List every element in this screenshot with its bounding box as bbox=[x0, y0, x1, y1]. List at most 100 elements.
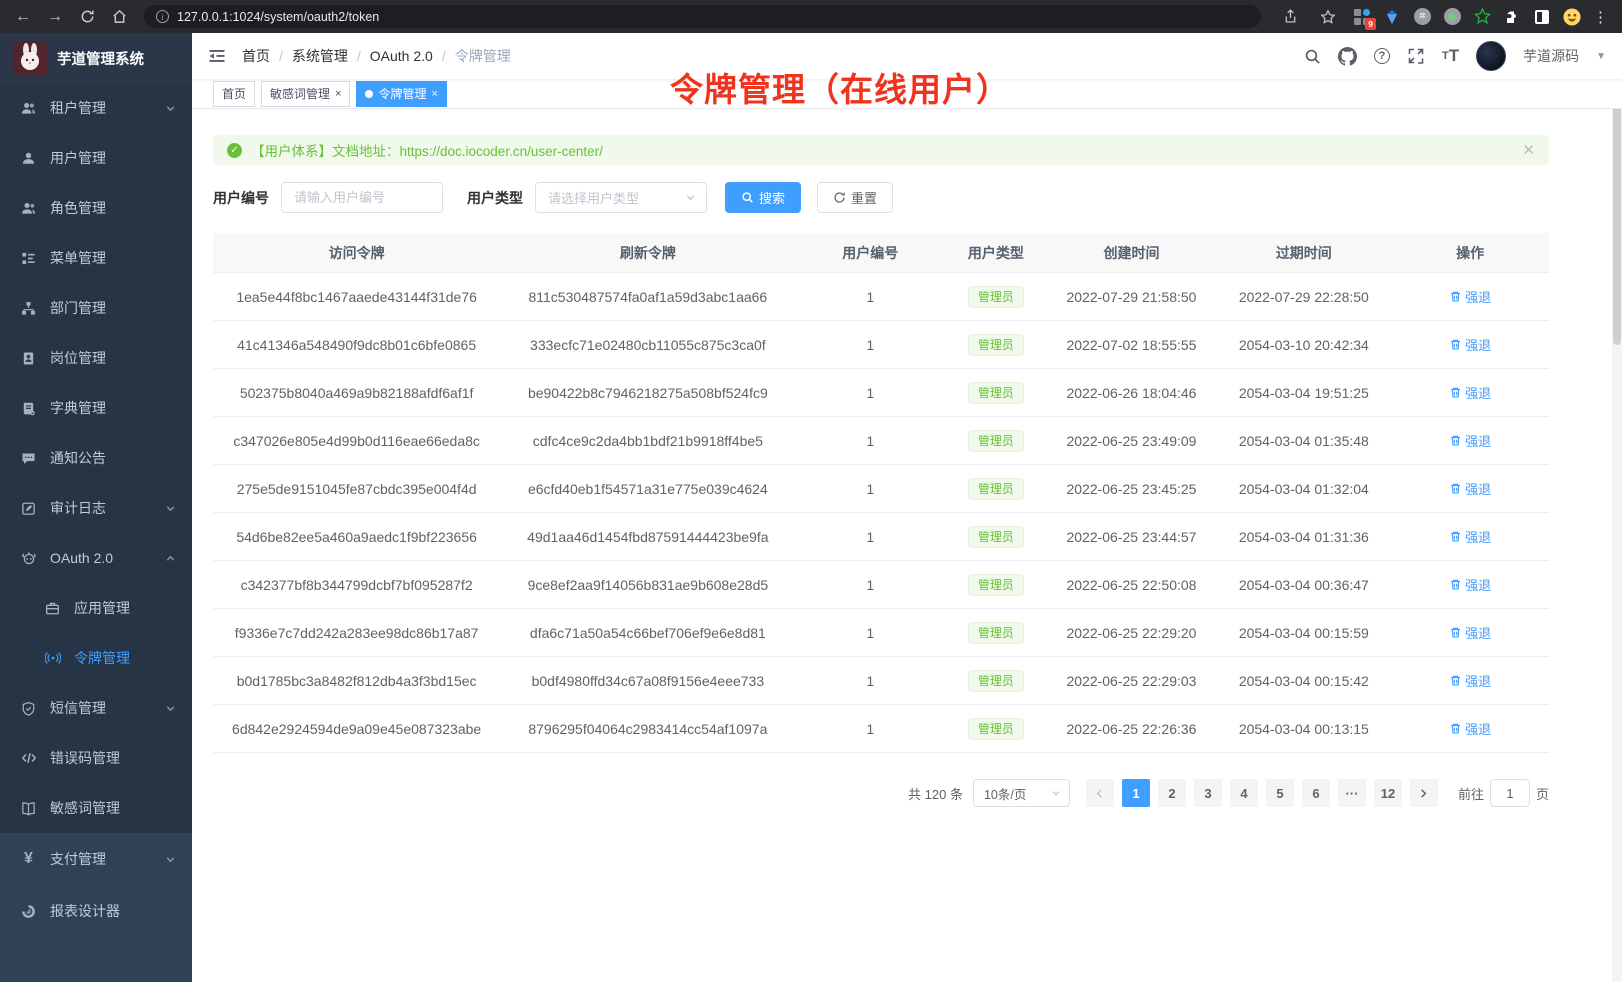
user-avatar[interactable] bbox=[1476, 41, 1506, 71]
prev-page-button[interactable] bbox=[1086, 779, 1114, 807]
sidebar-item[interactable]: 菜单管理 bbox=[0, 233, 192, 283]
force-logout-button[interactable]: 强退 bbox=[1449, 623, 1491, 642]
sidebar-item[interactable]: ¥支付管理 bbox=[0, 833, 192, 885]
expires-at-cell: 2054-03-04 00:15:59 bbox=[1216, 625, 1391, 641]
force-logout-button[interactable]: 强退 bbox=[1449, 335, 1491, 354]
access-token-cell: 502375b8040a469a9b82188afdf6af1f bbox=[213, 385, 500, 401]
breadcrumb-item[interactable]: 系统管理 bbox=[292, 46, 348, 66]
extension-puzzle-icon[interactable] bbox=[1503, 8, 1521, 26]
alert-close-icon[interactable]: ✕ bbox=[1522, 141, 1535, 159]
force-logout-label: 强退 bbox=[1465, 671, 1491, 690]
force-logout-button[interactable]: 强退 bbox=[1449, 527, 1491, 546]
search-icon[interactable] bbox=[1304, 48, 1321, 65]
errcode-icon bbox=[20, 750, 37, 766]
browser-menu-icon[interactable]: ⋮ bbox=[1593, 8, 1608, 26]
user-id-input[interactable] bbox=[281, 182, 443, 213]
force-logout-button[interactable]: 强退 bbox=[1449, 479, 1491, 498]
user-type-cell: 管理员 bbox=[945, 334, 1047, 356]
sidebar-item[interactable]: 岗位管理 bbox=[0, 333, 192, 383]
force-logout-button[interactable]: 强退 bbox=[1449, 671, 1491, 690]
browser-scrollbar[interactable] bbox=[1612, 33, 1622, 982]
trash-icon bbox=[1449, 578, 1462, 591]
breadcrumb-item[interactable]: 首页 bbox=[242, 46, 270, 66]
breadcrumb-item[interactable]: OAuth 2.0 bbox=[370, 48, 433, 64]
page-button[interactable]: 1 bbox=[1122, 779, 1150, 807]
extension-panel-icon[interactable] bbox=[1533, 8, 1551, 26]
table-row: b0d1785bc3a8482f812db4a3f3bd15ecb0df4980… bbox=[213, 657, 1549, 705]
view-tag[interactable]: 首页 bbox=[213, 81, 255, 107]
sidebar-item[interactable]: 令牌管理 bbox=[0, 633, 192, 683]
help-icon[interactable]: ? bbox=[1374, 48, 1390, 64]
sidebar-item[interactable]: 用户管理 bbox=[0, 133, 192, 183]
app-logo[interactable]: 芋道管理系统 bbox=[0, 33, 192, 83]
sidebar-item[interactable]: 审计日志 bbox=[0, 483, 192, 533]
site-info-icon[interactable]: i bbox=[156, 10, 169, 23]
page-button[interactable]: 5 bbox=[1266, 779, 1294, 807]
sidebar-item[interactable]: 通知公告 bbox=[0, 433, 192, 483]
fullscreen-icon[interactable] bbox=[1407, 47, 1425, 65]
goto-page-input[interactable] bbox=[1490, 779, 1530, 807]
force-logout-button[interactable]: 强退 bbox=[1449, 287, 1491, 306]
expires-at-cell: 2054-03-04 01:35:48 bbox=[1216, 433, 1391, 449]
access-token-cell: b0d1785bc3a8482f812db4a3f3bd15ec bbox=[213, 673, 500, 689]
page-button[interactable]: 12 bbox=[1374, 779, 1402, 807]
profile-avatar-icon[interactable] bbox=[1563, 8, 1581, 26]
sidebar-item[interactable]: 应用管理 bbox=[0, 583, 192, 633]
page-button[interactable]: 6 bbox=[1302, 779, 1330, 807]
force-logout-button[interactable]: 强退 bbox=[1449, 383, 1491, 402]
alert-doc-link[interactable]: https://doc.iocoder.cn/user-center/ bbox=[400, 144, 603, 159]
share-icon[interactable] bbox=[1277, 4, 1303, 30]
github-icon[interactable] bbox=[1338, 47, 1357, 66]
sidebar-item[interactable]: 字典管理 bbox=[0, 383, 192, 433]
sidebar-item[interactable]: OAuth 2.0 bbox=[0, 533, 192, 583]
next-page-button[interactable] bbox=[1410, 779, 1438, 807]
sidebar-item[interactable]: 短信管理 bbox=[0, 683, 192, 733]
back-icon[interactable]: ← bbox=[10, 4, 36, 30]
page-button[interactable]: 2 bbox=[1158, 779, 1186, 807]
page-button[interactable]: 4 bbox=[1230, 779, 1258, 807]
tag-close-icon[interactable]: × bbox=[335, 88, 341, 100]
reload-icon[interactable] bbox=[74, 4, 100, 30]
sidebar-item[interactable]: 报表设计器 bbox=[0, 885, 192, 937]
action-cell: 强退 bbox=[1391, 479, 1549, 498]
extension-record-icon[interactable] bbox=[1443, 8, 1461, 26]
bookmark-star-icon[interactable] bbox=[1315, 4, 1341, 30]
extension-command-icon[interactable]: ⌗ bbox=[1413, 8, 1431, 26]
force-logout-button[interactable]: 强退 bbox=[1449, 575, 1491, 594]
force-logout-label: 强退 bbox=[1465, 719, 1491, 738]
refresh-token-cell: 811c530487574fa0af1a59d3abc1aa66 bbox=[500, 289, 795, 305]
page-size-select[interactable]: 10条/页 bbox=[973, 779, 1070, 807]
sidebar-item[interactable]: 部门管理 bbox=[0, 283, 192, 333]
expires-at-cell: 2054-03-04 01:32:04 bbox=[1216, 481, 1391, 497]
tag-close-icon[interactable]: × bbox=[431, 88, 437, 100]
search-button[interactable]: 搜索 bbox=[725, 182, 801, 213]
user-type-badge: 管理员 bbox=[968, 622, 1024, 644]
address-bar[interactable]: i 127.0.0.1:1024/system/oauth2/token bbox=[144, 5, 1261, 28]
view-tag[interactable]: 敏感词管理× bbox=[261, 81, 350, 107]
user-type-select[interactable]: 请选择用户类型 bbox=[535, 182, 707, 213]
sidebar-item[interactable]: 错误码管理 bbox=[0, 733, 192, 783]
page-ellipsis[interactable]: ··· bbox=[1338, 779, 1366, 807]
reset-button[interactable]: 重置 bbox=[817, 182, 893, 213]
sidebar-item[interactable]: 租户管理 bbox=[0, 83, 192, 133]
force-logout-button[interactable]: 强退 bbox=[1449, 719, 1491, 738]
sidebar-item[interactable]: 角色管理 bbox=[0, 183, 192, 233]
extension-gem-icon[interactable] bbox=[1383, 8, 1401, 26]
post-icon bbox=[20, 351, 37, 366]
user-menu-caret-icon[interactable]: ▼ bbox=[1596, 51, 1606, 62]
home-icon[interactable] bbox=[106, 4, 132, 30]
menu-icon bbox=[20, 251, 37, 266]
view-tag[interactable]: 令牌管理× bbox=[356, 81, 446, 107]
extension-grid-icon[interactable]: 9 bbox=[1353, 8, 1371, 26]
sidebar-fold-icon[interactable] bbox=[208, 47, 226, 65]
force-logout-button[interactable]: 强退 bbox=[1449, 431, 1491, 450]
sidebar-item-label: 角色管理 bbox=[50, 198, 106, 218]
forward-icon[interactable]: → bbox=[42, 4, 68, 30]
sidebar-item[interactable]: 敏感词管理 bbox=[0, 783, 192, 833]
sidebar-item-label: 岗位管理 bbox=[50, 348, 106, 368]
page-button[interactable]: 3 bbox=[1194, 779, 1222, 807]
report-icon bbox=[20, 904, 37, 919]
extension-star-icon[interactable] bbox=[1473, 8, 1491, 26]
fontsize-icon[interactable]: TT bbox=[1442, 46, 1459, 66]
sidebar-item-label: 审计日志 bbox=[50, 498, 106, 518]
